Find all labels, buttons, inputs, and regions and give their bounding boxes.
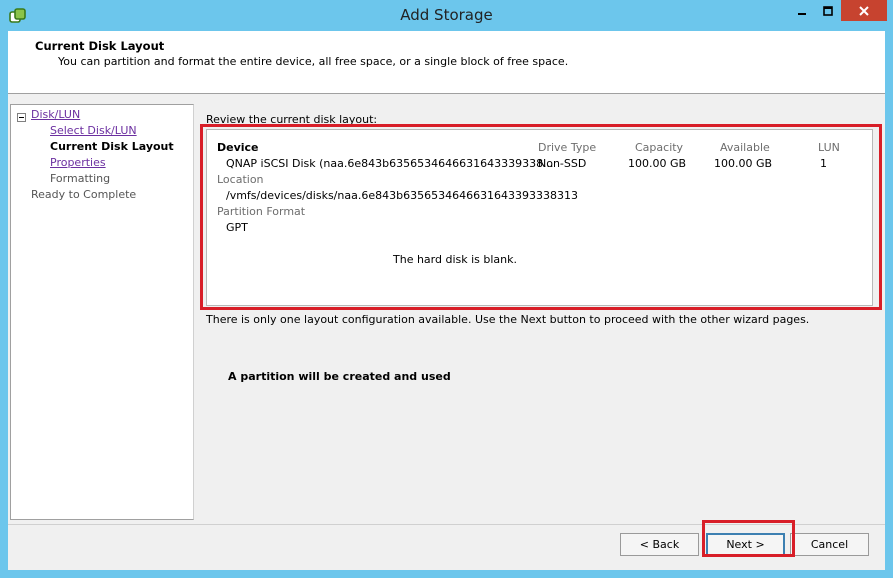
page-subtitle: You can partition and format the entire …: [58, 55, 569, 68]
device-available: 100.00 GB: [714, 157, 773, 170]
page-title: Current Disk Layout: [35, 39, 165, 53]
disk-layout-panel: Device Drive Type Capacity Available LUN…: [206, 129, 873, 306]
wizard-footer: < Back Next > Cancel: [8, 520, 885, 571]
device-lun: 1: [820, 157, 827, 170]
wizard-header: Current Disk Layout You can partition an…: [8, 31, 885, 94]
window-controls: [789, 0, 887, 22]
wizard-content: Review the current disk layout: Device D…: [196, 104, 883, 518]
blank-disk-message: The hard disk is blank.: [393, 253, 518, 266]
device-capacity: 100.00 GB: [628, 157, 687, 170]
column-header-lun: LUN: [818, 141, 840, 154]
location-value: /vmfs/devices/disks/naa.6e843b6356534646…: [226, 189, 579, 202]
minimize-icon: [798, 12, 806, 15]
maximize-icon: [823, 5, 833, 16]
nav-item-select-disk-lun[interactable]: Select Disk/LUN: [50, 124, 137, 137]
column-header-available: Available: [720, 141, 770, 154]
layout-info-text: There is only one layout configuration a…: [206, 313, 810, 326]
nav-item-disk-lun[interactable]: Disk/LUN: [31, 108, 80, 121]
device-drive-type: Non-SSD: [538, 157, 587, 170]
add-storage-window: Add Storage Current Disk Layout You can …: [0, 0, 893, 578]
nav-item-properties[interactable]: Properties: [50, 156, 106, 169]
back-button[interactable]: < Back: [620, 533, 699, 556]
title-bar[interactable]: Add Storage: [0, 0, 893, 31]
nav-item-formatting: Formatting: [50, 172, 111, 185]
partition-message: A partition will be created and used: [228, 370, 451, 383]
close-button[interactable]: [841, 0, 887, 21]
window-title: Add Storage: [400, 6, 493, 24]
partition-format-label: Partition Format: [217, 205, 306, 218]
collapse-toggle-icon[interactable]: [17, 113, 26, 122]
column-header-capacity: Capacity: [635, 141, 684, 154]
nav-item-current-disk-layout: Current Disk Layout: [50, 140, 174, 153]
review-label: Review the current disk layout:: [206, 113, 378, 126]
column-header-device: Device: [217, 141, 259, 154]
close-icon: [859, 5, 869, 16]
wizard-step-tree: Disk/LUN Select Disk/LUN Current Disk La…: [10, 104, 194, 520]
column-header-drive-type: Drive Type: [538, 141, 597, 154]
cancel-button[interactable]: Cancel: [790, 533, 869, 556]
nav-item-ready-to-complete: Ready to Complete: [31, 188, 137, 201]
location-label: Location: [217, 173, 264, 186]
next-button[interactable]: Next >: [706, 533, 785, 556]
device-name: QNAP iSCSI Disk (naa.6e843b6356534646631…: [226, 157, 554, 170]
partition-format-value: GPT: [226, 221, 248, 234]
maximize-button[interactable]: [815, 0, 841, 21]
wizard-client-area: Current Disk Layout You can partition an…: [8, 31, 885, 570]
minimize-button[interactable]: [789, 0, 815, 21]
